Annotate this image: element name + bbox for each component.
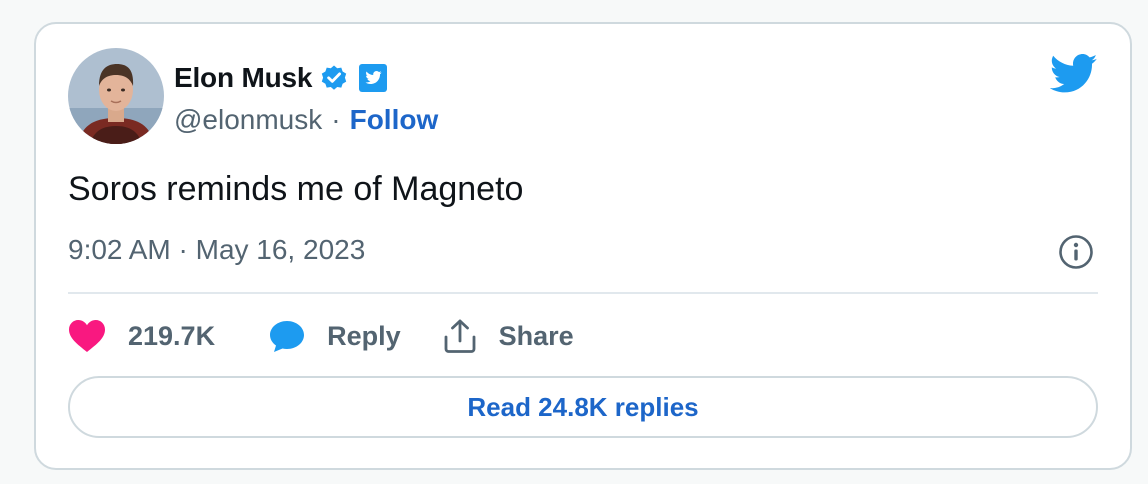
verified-badge-icon [320,64,348,92]
twitter-bird-icon[interactable] [1050,54,1098,94]
read-replies-button[interactable]: Read 24.8K replies [68,376,1098,438]
embedded-tweet-card[interactable]: Elon Musk @elonmusk · Follow Soros remin… [34,22,1132,470]
like-count: 219.7K [128,320,216,351]
info-icon[interactable] [1058,234,1094,270]
avatar-image [68,48,164,144]
handle-separator: · [331,104,341,135]
follow-button[interactable]: Follow [350,104,439,136]
tweet-text: Soros reminds me of Magneto [68,170,524,208]
divider [68,292,1098,294]
twitter-badge-icon [358,63,388,93]
author-handle[interactable]: @elonmusk [174,104,322,136]
reply-button[interactable]: Reply [269,319,401,353]
like-button[interactable]: 219.7K [68,319,215,353]
author-handle-row: @elonmusk · Follow [174,100,438,140]
author-name[interactable]: Elon Musk [174,62,312,94]
avatar[interactable] [68,48,164,144]
reply-label: Reply [327,320,401,351]
author-name-row: Elon Musk [174,58,388,98]
share-button[interactable]: Share [443,318,574,354]
heart-icon [68,319,106,353]
tweet-actions: 219.7K Reply Share [68,312,574,360]
share-icon [443,318,477,354]
share-label: Share [498,320,574,351]
reply-bubble-icon [269,319,305,353]
tweet-timestamp[interactable]: 9:02 AM · May 16, 2023 [68,234,365,266]
